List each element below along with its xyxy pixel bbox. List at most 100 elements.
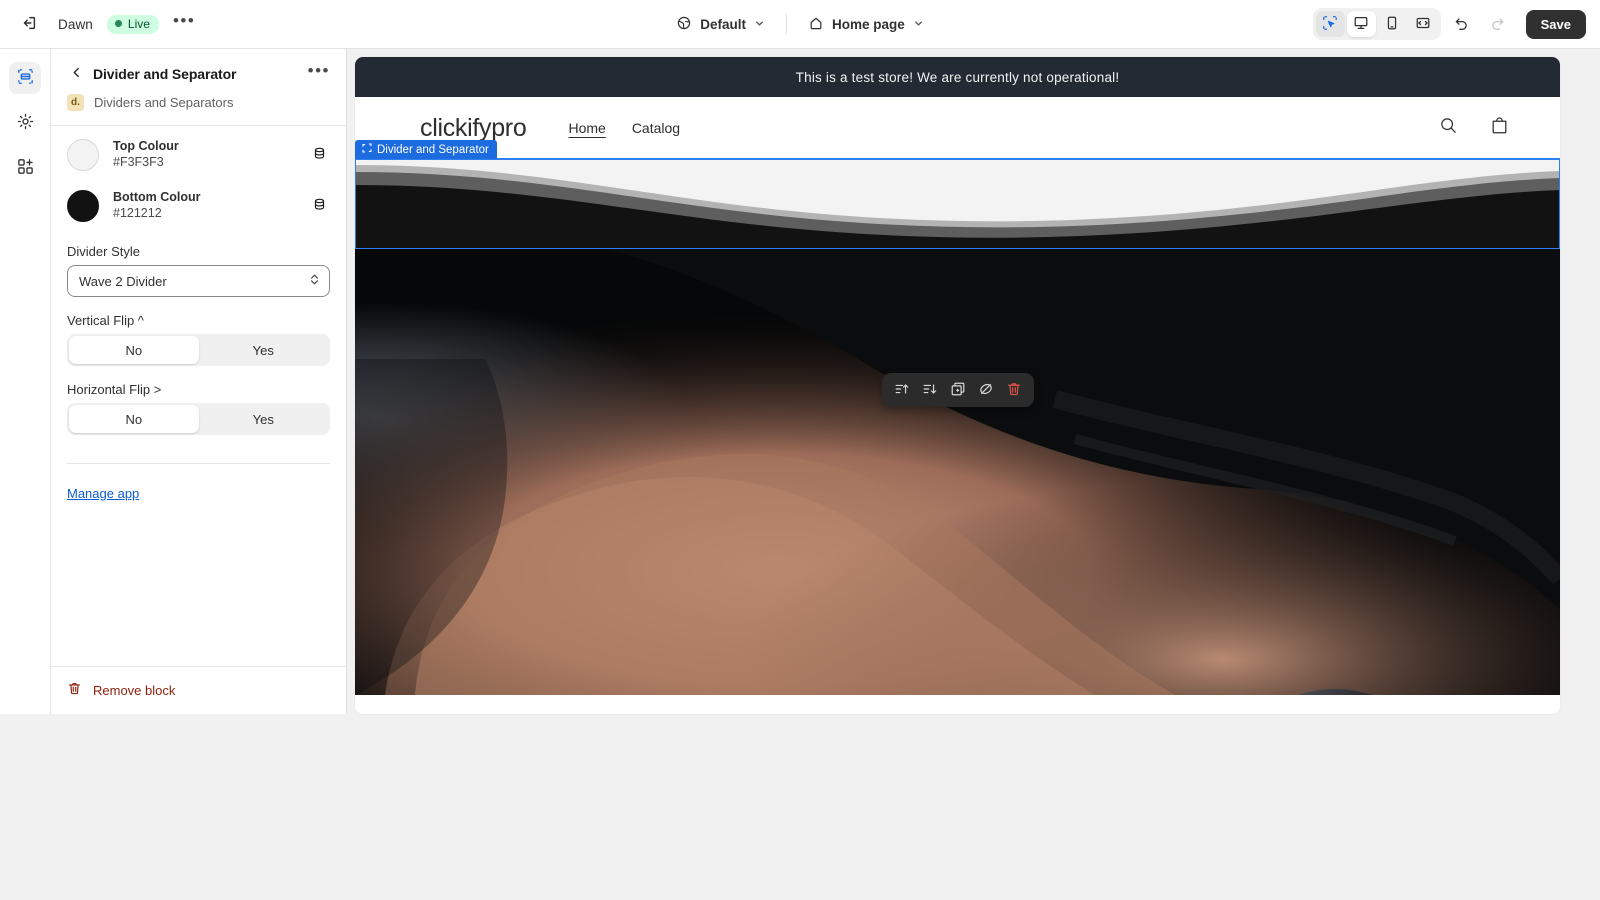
vertical-flip-label: Vertical Flip ^ <box>67 313 144 328</box>
status-badge: Live <box>106 14 159 34</box>
bottom-colour-value: #121212 <box>113 206 162 220</box>
move-up-icon <box>894 381 910 400</box>
move-down-icon <box>922 381 938 400</box>
redo-button[interactable] <box>1483 9 1513 39</box>
database-icon <box>312 197 327 215</box>
sidebar-item-sections[interactable] <box>9 62 41 94</box>
theme-selector[interactable]: Default <box>667 10 774 39</box>
nav-link-home[interactable]: Home <box>568 120 605 136</box>
status-dot-icon <box>114 20 122 27</box>
store-header-actions <box>1438 115 1510 141</box>
top-bar: Dawn Live ••• Default Home page Save <box>0 0 1600 49</box>
panel-header-row: Divider and Separator ••• <box>67 62 330 84</box>
vertical-flip-option-yes[interactable]: Yes <box>199 336 329 364</box>
hide-icon <box>978 381 994 400</box>
top-bar-left: Dawn Live ••• <box>0 9 195 39</box>
announcement-text: This is a test store! We are currently n… <box>795 69 1120 85</box>
announcement-bar: This is a test store! We are currently n… <box>355 57 1560 97</box>
duplicate-button[interactable] <box>946 378 970 402</box>
hide-button[interactable] <box>974 378 998 402</box>
top-colour-source-button[interactable] <box>308 144 330 166</box>
vertical-flip-segmented-control: No Yes <box>67 334 330 366</box>
shop-name: Dawn <box>58 16 93 32</box>
panel-header: Divider and Separator ••• d. Dividers an… <box>51 49 346 125</box>
panel-app-row[interactable]: d. Dividers and Separators <box>67 94 330 125</box>
page-selector[interactable]: Home page <box>799 10 933 39</box>
store-logo[interactable]: clickifypro <box>420 114 527 143</box>
bottom-colour-label: Bottom Colour <box>113 190 201 204</box>
mobile-icon <box>1384 15 1400 34</box>
selected-block-badge[interactable]: Divider and Separator <box>355 140 497 159</box>
desktop-icon <box>1353 15 1369 34</box>
sidebar-item-theme-settings[interactable] <box>9 107 41 139</box>
left-icon-rail <box>0 49 51 714</box>
save-button[interactable]: Save <box>1525 9 1586 39</box>
block-toolbar <box>881 373 1034 407</box>
panel-divider <box>67 463 330 464</box>
app-badge-icon: d. <box>67 94 84 111</box>
move-down-button[interactable] <box>918 378 942 402</box>
store-nav: Home Catalog <box>568 120 680 136</box>
divider-style-label: Divider Style <box>67 244 140 259</box>
theme-selector-label: Default <box>700 16 746 32</box>
selected-block-wrapper: Divider and Separator <box>355 140 1560 250</box>
shopping-bag-icon[interactable] <box>1489 115 1510 141</box>
redo-icon <box>1489 14 1506 34</box>
fullscreen-view-button[interactable] <box>1409 11 1438 37</box>
sidebar-item-apps[interactable] <box>9 152 41 184</box>
undo-icon <box>1453 14 1470 34</box>
remove-block-button[interactable]: Remove block <box>51 666 346 714</box>
block-settings-panel: Divider and Separator ••• d. Dividers an… <box>51 49 347 714</box>
chevron-left-icon <box>70 66 83 82</box>
top-colour-swatch[interactable] <box>67 138 99 171</box>
top-bar-right: Save <box>1312 0 1586 48</box>
fullwidth-icon <box>1415 15 1431 34</box>
desktop-view-button[interactable] <box>1346 11 1376 37</box>
horizontal-flip-label: Horizontal Flip > <box>67 382 162 397</box>
theme-preview: This is a test store! We are currently n… <box>355 57 1560 714</box>
vertical-flip-option-no[interactable]: No <box>69 336 199 364</box>
database-icon <box>312 146 327 164</box>
undo-button[interactable] <box>1447 9 1477 39</box>
selected-block-badge-label: Divider and Separator <box>377 143 489 156</box>
nav-link-catalog[interactable]: Catalog <box>632 120 680 136</box>
panel-body: Top Colour #F3F3F3 Bottom Colour #121212 <box>51 126 346 503</box>
app-name-label: Dividers and Separators <box>94 95 234 110</box>
bottom-colour-text: Bottom Colour #121212 <box>113 189 294 222</box>
horizontal-flip-option-no[interactable]: No <box>69 405 199 433</box>
hero-image-section[interactable] <box>355 249 1560 695</box>
view-mode-group <box>1312 8 1441 40</box>
gear-icon <box>16 112 35 134</box>
panel-more-button[interactable]: ••• <box>308 62 330 81</box>
bottom-colour-source-button[interactable] <box>308 195 330 217</box>
back-button[interactable] <box>67 64 85 84</box>
bottom-colour-swatch[interactable] <box>67 189 99 222</box>
bottom-colour-setting[interactable]: Bottom Colour #121212 <box>67 177 330 228</box>
duplicate-icon <box>950 381 966 400</box>
remove-block-label: Remove block <box>93 683 176 698</box>
top-colour-value: #F3F3F3 <box>113 155 164 169</box>
divider-style-select[interactable]: Wave 2 Divider <box>67 265 330 297</box>
status-badge-label: Live <box>127 16 150 31</box>
select-tool-button[interactable] <box>1315 11 1345 37</box>
chevron-down-icon <box>754 17 765 32</box>
topbar-more-button[interactable]: ••• <box>173 12 195 32</box>
home-icon <box>808 15 824 34</box>
mobile-view-button[interactable] <box>1378 11 1407 37</box>
horizontal-flip-option-yes[interactable]: Yes <box>199 405 329 433</box>
page-selector-label: Home page <box>831 16 905 32</box>
manage-app-link[interactable]: Manage app <box>67 486 139 501</box>
horizontal-flip-segmented-control: No Yes <box>67 403 330 435</box>
move-up-button[interactable] <box>890 378 914 402</box>
delete-button[interactable] <box>1002 378 1026 402</box>
search-icon[interactable] <box>1438 115 1459 141</box>
divider-and-separator-block[interactable] <box>355 158 1560 250</box>
divider-style-value: Wave 2 Divider <box>79 273 167 289</box>
resize-handle-icon <box>362 143 372 156</box>
divider <box>785 14 787 34</box>
top-colour-label: Top Colour <box>113 139 179 153</box>
storefront-header: clickifypro Home Catalog <box>355 97 1560 159</box>
top-colour-setting[interactable]: Top Colour #F3F3F3 <box>67 126 330 177</box>
page-title: Divider and Separator <box>93 66 237 82</box>
exit-editor-button[interactable] <box>14 9 44 39</box>
